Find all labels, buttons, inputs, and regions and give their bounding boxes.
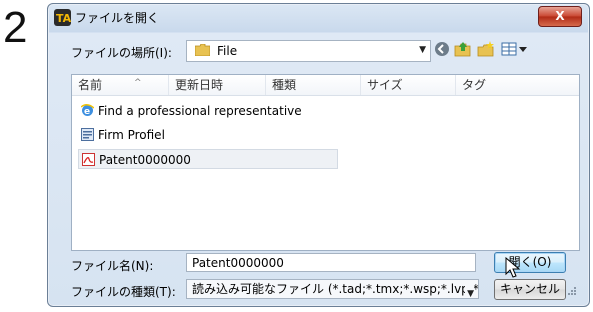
filename-label: ファイル名(N):: [71, 259, 154, 273]
view-menu-icon[interactable]: [501, 40, 529, 58]
file-name: Firm Profiel: [98, 128, 165, 142]
folder-icon: [195, 44, 210, 56]
new-folder-icon[interactable]: [477, 40, 495, 58]
filetype-label: ファイルの種類(T):: [71, 285, 176, 299]
file-name: Find a professional representative: [98, 104, 302, 118]
svg-text:TA: TA: [56, 12, 71, 25]
resize-grip-icon[interactable]: [568, 287, 576, 295]
chevron-down-icon[interactable]: ▼: [465, 285, 474, 298]
location-label: ファイルの場所(I):: [71, 46, 172, 60]
column-header-date[interactable]: 更新日時: [169, 75, 266, 95]
svg-text:e: e: [84, 107, 90, 117]
filename-input[interactable]: Patent0000000: [186, 253, 476, 272]
column-header-name[interactable]: 名前 ^: [72, 75, 169, 95]
app-icon: TA: [54, 9, 71, 26]
column-header-tags[interactable]: タグ: [456, 75, 579, 95]
list-item-selected[interactable]: Patent0000000: [78, 149, 338, 169]
file-list[interactable]: 名前 ^ 更新日時 種類 サイズ タグ e Find a professiona…: [71, 74, 580, 251]
dialog-body: ファイルの場所(I): File ▼ 名前 ^ 更新日時 種類 サイズ タグ e…: [56, 33, 580, 300]
filetype-select[interactable]: 読み込み可能なファイル (*.tad;*.tmx;*.wsp;*.lvp;*.h…: [186, 279, 479, 299]
mouse-cursor-icon: [505, 257, 521, 278]
sort-arrow-icon: ^: [134, 78, 142, 88]
chevron-down-icon[interactable]: ▼: [419, 45, 426, 55]
ie-shortcut-icon: e: [81, 104, 94, 117]
pdf-icon: [82, 153, 95, 166]
location-combo[interactable]: File ▼: [186, 40, 431, 62]
cancel-button[interactable]: キャンセル: [494, 279, 566, 300]
dialog-title: ファイルを開く: [75, 11, 160, 25]
back-icon[interactable]: [433, 40, 451, 58]
location-value: File: [217, 44, 238, 58]
close-button[interactable]: X: [538, 6, 582, 27]
filetype-value: 読み込み可能なファイル (*.tad;*.tmx;*.wsp;*.lvp;*.h: [192, 282, 479, 296]
up-folder-icon[interactable]: [454, 40, 472, 58]
column-header-size[interactable]: サイズ: [361, 75, 456, 95]
step-number: 2: [3, 3, 28, 52]
header-divider: [72, 95, 579, 96]
column-header-type[interactable]: 種類: [266, 75, 361, 95]
title-bar[interactable]: TA ファイルを開く X: [48, 4, 589, 31]
file-name: Patent0000000: [99, 153, 191, 167]
document-icon: [81, 128, 94, 141]
